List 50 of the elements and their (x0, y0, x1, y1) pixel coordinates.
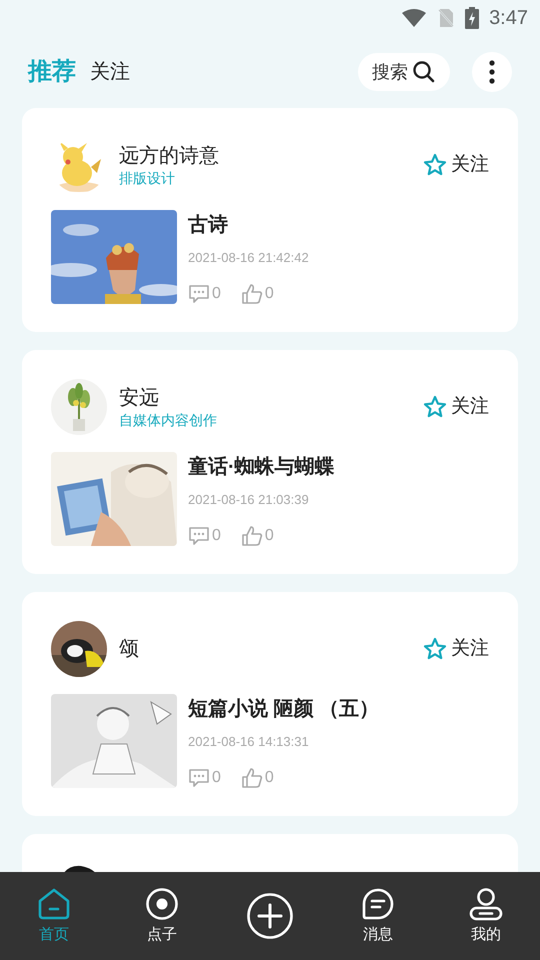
search-icon (412, 60, 436, 84)
follow-button[interactable]: 关注 (423, 392, 489, 422)
thumbs-up-icon (240, 524, 263, 546)
post-card[interactable]: 远方的诗意 排版设计 关注 古诗 2021-08-16 21:42:42 0 0 (22, 108, 518, 332)
comment-count: 0 (212, 526, 221, 546)
author-name[interactable]: 远方的诗意 (119, 143, 219, 169)
nav-tab[interactable]: 点子 (122, 887, 202, 945)
post-title[interactable]: 古诗 (188, 212, 309, 238)
comment-icon (188, 284, 210, 304)
chat-bubble-icon (361, 887, 395, 921)
nav-tab[interactable]: 消息 (338, 887, 418, 945)
post-title[interactable]: 短篇小说 陋颜 （五） (188, 696, 380, 722)
star-icon (423, 637, 447, 661)
feed-tab[interactable]: 关注 (90, 57, 130, 87)
author-name[interactable]: 颂 (119, 636, 139, 662)
like-count: 0 (264, 768, 274, 788)
post-date: 2021-08-16 21:42:42 (188, 249, 309, 267)
star-icon (423, 153, 447, 177)
no-sim-icon (437, 8, 456, 28)
like-count: 0 (264, 284, 274, 304)
author-tag: 排版设计 (119, 169, 219, 187)
thumbs-up-icon (240, 766, 263, 788)
more-button[interactable] (472, 52, 512, 92)
author-name[interactable]: 安远 (119, 385, 217, 411)
post-date: 2021-08-16 21:03:39 (188, 491, 310, 509)
status-time: 3:47 (489, 6, 528, 31)
comment-count: 0 (212, 284, 221, 304)
post-date: 2021-08-16 14:13:31 (188, 733, 310, 751)
battery-charging-icon (465, 7, 480, 29)
author-tag: 自媒体内容创作 (119, 411, 217, 429)
post-title[interactable]: 童话·蜘蛛与蝴蝶 (188, 454, 335, 480)
star-icon (423, 395, 447, 419)
home-icon (37, 887, 71, 921)
more-icon (489, 60, 495, 84)
follow-button[interactable]: 关注 (423, 150, 489, 180)
follow-button[interactable]: 关注 (423, 634, 489, 664)
thumbs-up-icon (240, 282, 263, 304)
nav-tab[interactable]: 我的 (446, 887, 526, 945)
target-icon (145, 887, 179, 921)
search-button[interactable]: 搜索 (358, 53, 450, 91)
user-icon (469, 887, 503, 921)
add-icon (247, 893, 293, 939)
post-card[interactable]: 颂 关注 短篇小说 陋颜 （五） 2021-08-16 14:13:31 0 0 (22, 592, 518, 816)
wifi-icon (401, 8, 428, 28)
comment-icon (188, 526, 210, 546)
post-card[interactable]: 安远 自媒体内容创作 关注 童话·蜘蛛与蝴蝶 2021-08-16 21:03:39 0 0 (22, 350, 518, 574)
like-count: 0 (264, 526, 274, 546)
comment-count: 0 (212, 768, 221, 788)
comment-icon (188, 768, 210, 788)
nav-tab[interactable]: 首页 (14, 887, 94, 945)
